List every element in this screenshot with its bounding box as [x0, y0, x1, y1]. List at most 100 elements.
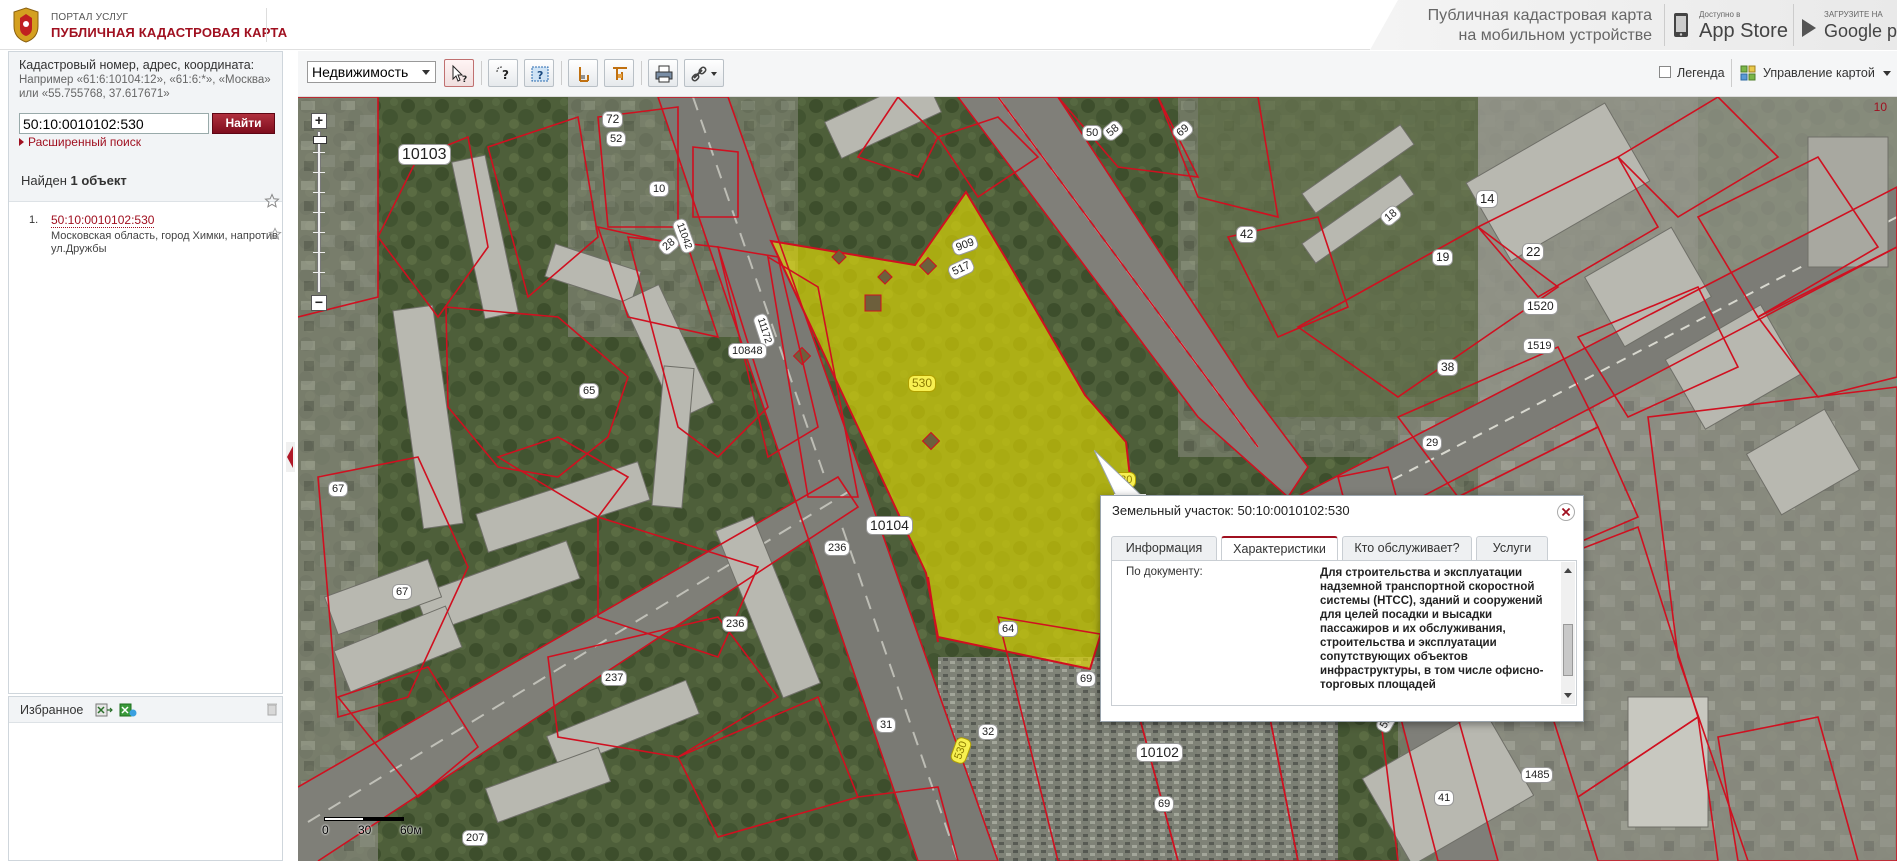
parcel-label[interactable]: 10103: [398, 144, 451, 165]
zoom-tick: [313, 192, 325, 193]
parcel-label[interactable]: 236: [722, 616, 749, 632]
scroll-down-icon[interactable]: [1564, 693, 1572, 698]
tab-characteristics[interactable]: Характеристики: [1221, 536, 1338, 561]
scale-label-0: 0: [322, 823, 329, 837]
measure-area-tool[interactable]: [604, 59, 634, 87]
parcel-label[interactable]: 41: [1434, 790, 1455, 806]
scroll-thumb[interactable]: [1563, 624, 1573, 676]
print-tool[interactable]: [648, 59, 678, 87]
parcel-label[interactable]: 10: [649, 181, 670, 197]
parcel-label[interactable]: 42: [1236, 226, 1258, 243]
scale-segment: [364, 817, 404, 821]
printer-icon: [655, 65, 673, 83]
zoom-tick: [313, 212, 325, 213]
phone-icon: [1674, 13, 1688, 37]
scale-label-60: 60м: [400, 823, 422, 837]
area-info-tool[interactable]: ?: [488, 59, 518, 87]
parcel-label[interactable]: 10848: [728, 343, 767, 359]
map-corner-number: 10: [1873, 100, 1887, 114]
legend-label[interactable]: Легенда: [1677, 66, 1725, 80]
select-info-tool[interactable]: ?: [444, 59, 474, 87]
tab-services[interactable]: Услуги: [1476, 536, 1548, 560]
parcel-label[interactable]: 69: [1076, 671, 1097, 687]
parcel-label[interactable]: 65: [579, 383, 600, 399]
brand-title[interactable]: ПУБЛИЧНАЯ КАДАСТРОВАЯ КАРТА: [51, 25, 287, 40]
map-management-menu[interactable]: Управление картой: [1731, 59, 1895, 87]
triangle-right-icon: [19, 138, 24, 146]
parcel-label[interactable]: 530: [908, 375, 937, 392]
zoom-tick: [313, 272, 325, 273]
svg-text:?: ?: [537, 69, 543, 82]
chevron-down-icon: [422, 70, 430, 75]
favorites-header: Избранное: [9, 697, 282, 723]
parcel-label[interactable]: 1485: [1521, 767, 1554, 783]
popup-scrollbar[interactable]: [1561, 562, 1575, 704]
search-button[interactable]: Найти: [212, 113, 275, 134]
zoom-tick: [313, 232, 325, 233]
advanced-search-link[interactable]: Расширенный поиск: [19, 135, 141, 149]
advanced-search-label: Расширенный поиск: [28, 135, 141, 149]
legend-checkbox[interactable]: [1659, 66, 1671, 78]
result-address: Московская область, город Химки, напроти…: [51, 230, 278, 255]
search-input[interactable]: [19, 113, 209, 134]
parcel-label[interactable]: 32: [978, 724, 999, 740]
layer-select[interactable]: Недвижимость: [307, 61, 436, 83]
mobile-promo-text: Публичная кадастровая карта на мобильном…: [1420, 6, 1652, 46]
parcel-label[interactable]: 29: [1422, 435, 1443, 451]
star-icon[interactable]: [264, 193, 280, 209]
googleplay-button[interactable]: ЗАГРУЗИТЕ НА Google play: [1793, 4, 1897, 46]
area-question-icon: ?: [496, 66, 509, 82]
parcel-label[interactable]: 52: [606, 131, 627, 147]
appstore-small: Доступно в: [1699, 10, 1741, 19]
result-star-icon[interactable]: [268, 227, 282, 241]
search-panel: Кадастровый номер, адрес, координата: На…: [8, 51, 283, 694]
parcel-label[interactable]: 64: [998, 621, 1019, 637]
parcel-label[interactable]: 72: [602, 111, 624, 128]
parcel-label[interactable]: 31: [876, 717, 897, 733]
parcel-label[interactable]: 236: [824, 540, 851, 556]
zoom-in-button[interactable]: +: [311, 113, 327, 129]
import-excel-icon[interactable]: [119, 702, 137, 718]
promo-line2: на мобильном устройстве: [1458, 27, 1652, 44]
parcel-label[interactable]: 14: [1476, 190, 1499, 208]
trash-icon[interactable]: [266, 702, 278, 716]
parcel-label[interactable]: 207: [462, 830, 489, 846]
parcel-label[interactable]: 38: [1437, 359, 1459, 376]
zoom-slider[interactable]: [313, 131, 327, 293]
field-label: По документу:: [1126, 566, 1203, 578]
zoom-tick: [313, 172, 325, 173]
appstore-button[interactable]: Доступно в App Store: [1664, 4, 1788, 46]
cursor-question-icon: ?: [452, 64, 467, 84]
zoom-out-button[interactable]: −: [311, 295, 327, 311]
brand-divider: [266, 8, 267, 42]
parcel-label[interactable]: 50: [1082, 125, 1103, 141]
scroll-up-icon[interactable]: [1564, 568, 1572, 573]
parcel-label[interactable]: 10104: [866, 516, 913, 535]
zoom-thumb[interactable]: [313, 136, 327, 144]
tab-information[interactable]: Информация: [1111, 536, 1217, 560]
scale-label-30: 30: [358, 823, 372, 837]
search-hint: Например «61:6:10104:12», «61:6:*», «Мос…: [19, 74, 271, 100]
parcel-label[interactable]: 67: [328, 481, 349, 497]
parcel-label[interactable]: 1519: [1523, 338, 1556, 354]
coat-of-arms-icon[interactable]: [8, 6, 44, 44]
parcel-label[interactable]: 1520: [1523, 298, 1558, 315]
pkk-app: ПОРТАЛ УСЛУГ ПУБЛИЧНАЯ КАДАСТРОВАЯ КАРТА…: [0, 0, 1897, 867]
link-tool[interactable]: [684, 59, 724, 87]
parcel-label[interactable]: 19: [1432, 249, 1454, 266]
svg-text:?: ?: [462, 75, 467, 84]
measure-distance-tool[interactable]: [568, 59, 598, 87]
parcel-label[interactable]: 22: [1522, 243, 1545, 261]
parcel-label[interactable]: 237: [601, 670, 628, 686]
collapse-sidebar-icon[interactable]: [286, 442, 295, 472]
result-number: 1.: [29, 214, 39, 226]
export-excel-icon[interactable]: [95, 702, 113, 718]
tab-who-serves[interactable]: Кто обслуживает?: [1342, 536, 1472, 560]
brand-portal: ПОРТАЛ УСЛУГ: [51, 12, 129, 23]
parcel-label[interactable]: 69: [1154, 796, 1175, 812]
result-cadastral-link[interactable]: 50:10:0010102:530: [51, 213, 155, 228]
parcel-label[interactable]: 10102: [1136, 743, 1183, 762]
rect-info-tool[interactable]: ?: [524, 59, 554, 87]
parcel-label[interactable]: 67: [392, 584, 413, 600]
close-icon[interactable]: [1557, 503, 1575, 521]
